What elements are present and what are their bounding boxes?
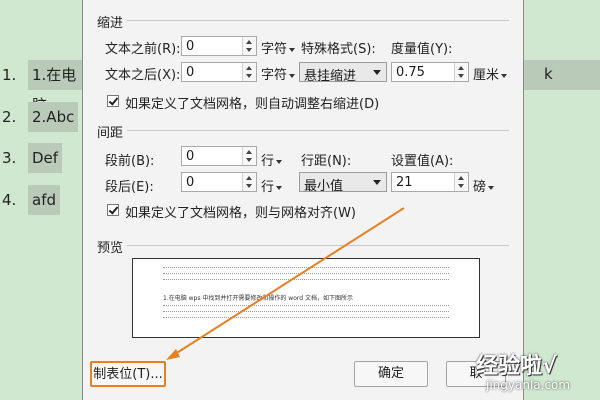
watermark-url: jingyanla.com bbox=[486, 378, 571, 392]
watermark-logo: 经验啦√ bbox=[476, 354, 557, 379]
annotation-arrow-icon bbox=[166, 207, 405, 360]
